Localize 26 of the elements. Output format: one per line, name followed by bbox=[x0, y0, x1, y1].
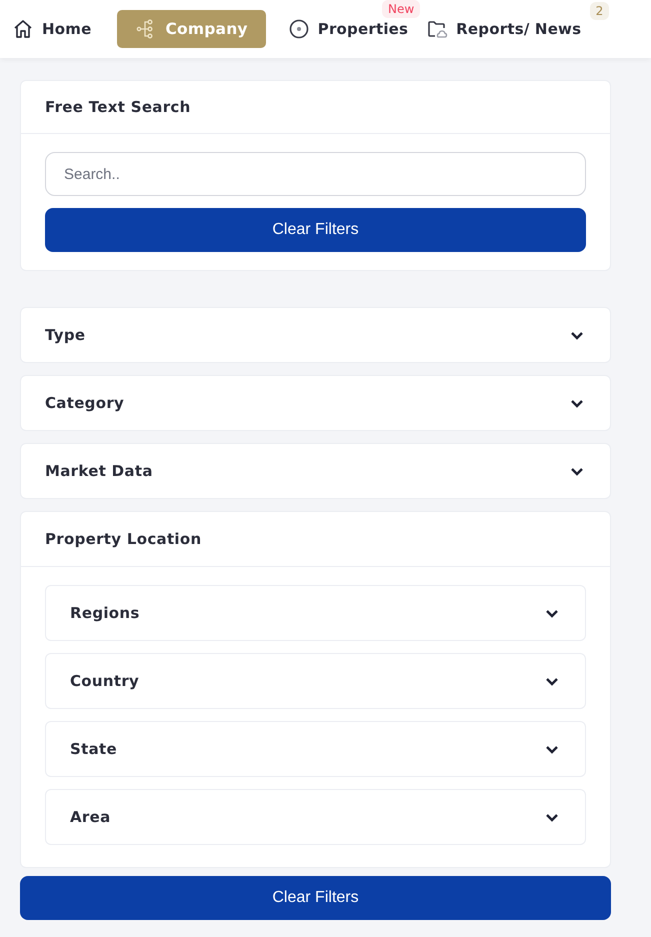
nav-tab[interactable]: Reports/ News bbox=[424, 10, 592, 48]
clear-filters-button[interactable]: Clear Filters bbox=[45, 208, 586, 252]
accordion-header[interactable]: Market Data bbox=[21, 444, 610, 498]
accordion-header[interactable]: Property Location bbox=[21, 512, 610, 566]
chevron-down-icon bbox=[545, 676, 559, 686]
chevron-down-icon bbox=[570, 466, 584, 476]
accordion-header[interactable]: State bbox=[46, 722, 585, 776]
chevron-down-icon bbox=[545, 744, 559, 754]
search-field[interactable]: Search.. bbox=[45, 152, 586, 196]
count-badge: 2 bbox=[590, 2, 610, 20]
card-title: Free Text Search bbox=[44, 97, 192, 118]
accordion-header[interactable]: Category bbox=[21, 376, 610, 430]
accordion-header[interactable]: Country bbox=[46, 654, 585, 708]
chevron-down-icon bbox=[545, 608, 559, 618]
accordion-header[interactable]: Type bbox=[21, 308, 610, 362]
clear-filters-button[interactable]: Clear Filters bbox=[20, 876, 611, 920]
chevron-down-icon bbox=[570, 398, 584, 408]
home-icon bbox=[12, 18, 34, 40]
new-badge: New bbox=[382, 0, 420, 18]
accordion-header[interactable]: Area bbox=[46, 790, 585, 844]
accordion-header[interactable]: Regions bbox=[46, 586, 585, 640]
nav-tab[interactable]: Home bbox=[10, 10, 102, 48]
chevron-down-icon bbox=[570, 330, 584, 340]
folder-icon bbox=[426, 18, 448, 40]
disc-icon bbox=[288, 18, 310, 40]
chevron-down-icon bbox=[545, 812, 559, 822]
